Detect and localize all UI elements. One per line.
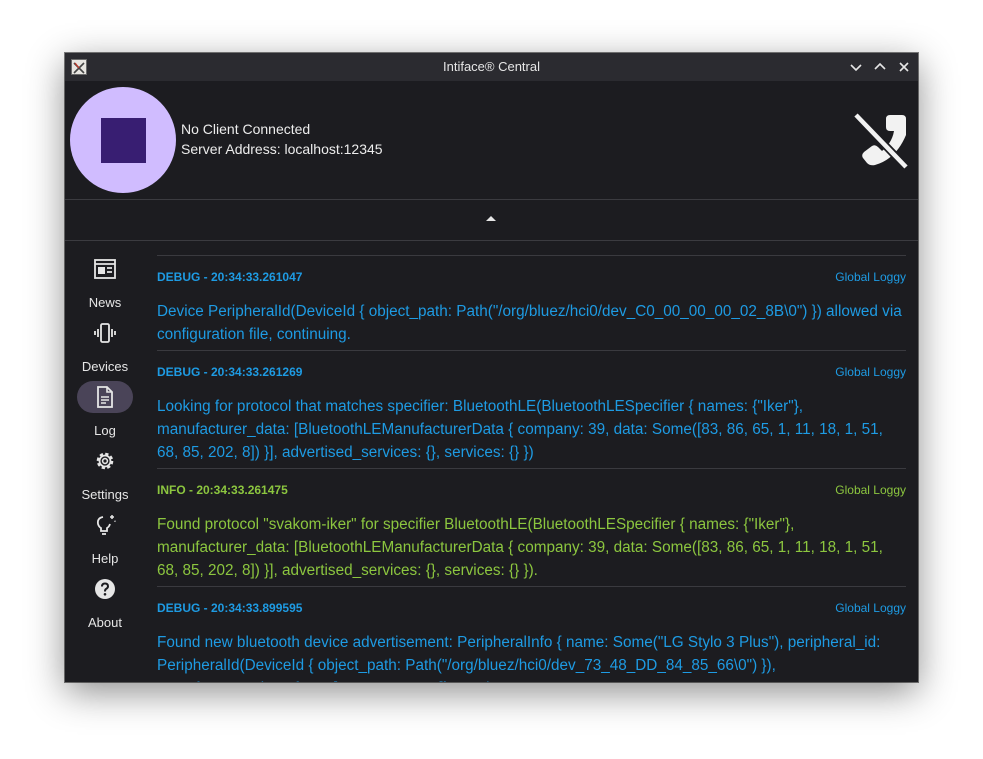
nav-item-log[interactable]: Log bbox=[65, 381, 145, 441]
server-address: Server Address: localhost:12345 bbox=[181, 141, 383, 157]
log-entry-source: Global Loggy bbox=[835, 270, 906, 284]
stop-icon bbox=[101, 118, 146, 163]
stop-server-button[interactable] bbox=[70, 87, 176, 193]
close-button[interactable] bbox=[896, 59, 912, 75]
log-entry-header: DEBUG - 20:34:33.261269 bbox=[157, 365, 303, 379]
navigation-rail: News Devices Log Settings Help About bbox=[65, 241, 145, 682]
nav-item-settings[interactable]: Settings bbox=[65, 445, 145, 505]
log-entry-source: Global Loggy bbox=[835, 601, 906, 615]
vibration-icon bbox=[94, 323, 116, 343]
lightbulb-icon bbox=[96, 515, 116, 535]
server-header: No Client Connected Server Address: loca… bbox=[65, 81, 918, 200]
nav-label-settings: Settings bbox=[81, 487, 129, 502]
app-window: Intiface® Central No Client Connected Se… bbox=[65, 53, 918, 682]
close-icon bbox=[899, 62, 909, 72]
help-circle-icon bbox=[95, 579, 115, 599]
nav-label-about: About bbox=[88, 615, 122, 630]
maximize-button[interactable] bbox=[872, 59, 888, 75]
log-entry-message: Device PeripheralId(DeviceId { object_pa… bbox=[157, 303, 902, 343]
nav-item-devices[interactable]: Devices bbox=[65, 317, 145, 377]
log-entry-header: DEBUG - 20:34:33.899595 bbox=[157, 601, 303, 615]
gear-icon bbox=[96, 452, 114, 470]
client-status: No Client Connected bbox=[181, 121, 311, 137]
log-list[interactable]: DEBUG - 20:34:33.261047 Global Loggy Dev… bbox=[157, 241, 906, 682]
log-entry-message: Looking for protocol that matches specif… bbox=[157, 398, 883, 461]
log-entry: DEBUG - 20:34:33.261269 Global Loggy Loo… bbox=[157, 351, 906, 469]
log-entry bbox=[157, 241, 906, 256]
log-entry: DEBUG - 20:34:33.899595 Global Loggy Fou… bbox=[157, 587, 906, 682]
nav-label-news: News bbox=[88, 295, 122, 310]
nav-item-help[interactable]: Help bbox=[65, 509, 145, 569]
log-entry-header: DEBUG - 20:34:33.261047 bbox=[157, 270, 303, 284]
log-entry-header: INFO - 20:34:33.261475 bbox=[157, 483, 288, 497]
nav-label-help: Help bbox=[91, 551, 119, 566]
chevron-up-icon bbox=[874, 62, 886, 70]
nav-item-news[interactable]: News bbox=[65, 253, 145, 313]
phone-disabled-icon bbox=[853, 112, 909, 169]
window-title: Intiface® Central bbox=[442, 59, 540, 74]
minimize-button[interactable] bbox=[848, 59, 864, 75]
log-entry: DEBUG - 20:34:33.261047 Global Loggy Dev… bbox=[157, 256, 906, 351]
news-icon bbox=[94, 259, 116, 279]
nav-label-devices: Devices bbox=[81, 359, 129, 374]
log-entry-source: Global Loggy bbox=[835, 483, 906, 497]
log-entry-message: Found new bluetooth device advertisement… bbox=[157, 634, 881, 682]
chevron-down-icon bbox=[850, 64, 862, 72]
collapse-header-button[interactable] bbox=[65, 200, 918, 241]
document-icon bbox=[97, 386, 113, 408]
nav-label-log: Log bbox=[94, 423, 116, 438]
arrow-up-icon bbox=[486, 216, 496, 221]
log-entry: INFO - 20:34:33.261475 Global Loggy Foun… bbox=[157, 469, 906, 587]
log-entry-message: Found protocol "svakom-iker" for specifi… bbox=[157, 516, 883, 579]
nav-item-about[interactable]: About bbox=[65, 573, 145, 633]
title-bar[interactable]: Intiface® Central bbox=[65, 53, 918, 81]
log-entry-source: Global Loggy bbox=[835, 365, 906, 379]
